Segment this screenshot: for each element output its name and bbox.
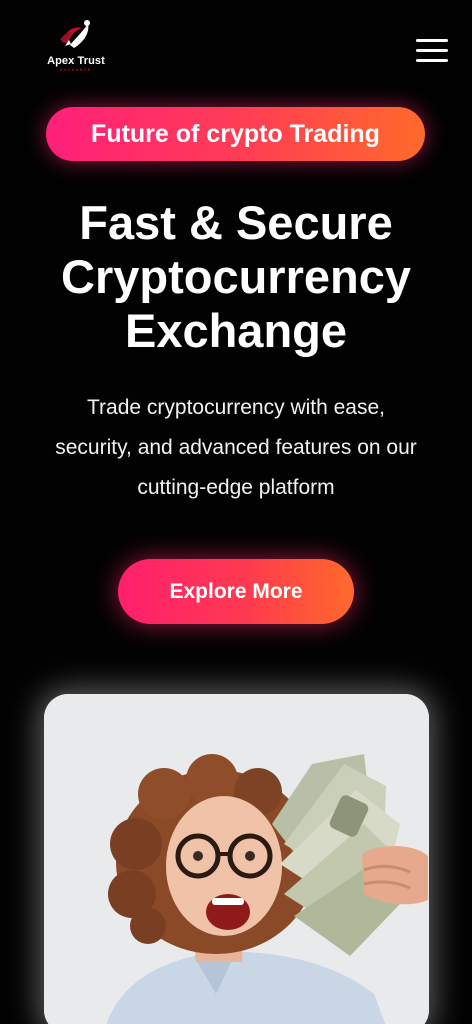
description-line: Trade cryptocurrency with ease, (86, 396, 385, 419)
headline-line: Fast & Secure (79, 196, 393, 249)
hamburger-menu-icon[interactable] (414, 36, 450, 66)
hero-headline: Fast & Secure Cryptocurrency Exchange (20, 196, 452, 358)
hero-description: Trade cryptocurrency with ease, security… (22, 388, 450, 508)
menu-bar (416, 49, 448, 52)
brand-logo[interactable]: Apex Trust EXCHANGE (40, 18, 112, 82)
hero-image (44, 694, 429, 1024)
headline-line: Cryptocurrency (61, 250, 411, 303)
page: Apex Trust EXCHANGE Future of crypto Tra… (0, 0, 472, 1024)
description-line: security, and advanced features on our (55, 436, 417, 459)
site-header: Apex Trust EXCHANGE (0, 0, 472, 96)
brand-subtitle: EXCHANGE (60, 68, 92, 72)
woman-holding-cash-illustration (44, 694, 429, 1024)
brand-name: Apex Trust (47, 55, 105, 67)
logo-icon (60, 20, 90, 48)
explore-more-button[interactable]: Explore More (118, 559, 354, 624)
hero-badge: Future of crypto Trading (46, 107, 425, 161)
description-line: cutting-edge platform (137, 476, 335, 499)
menu-bar (416, 39, 448, 42)
headline-line: Exchange (124, 304, 348, 357)
menu-bar (416, 59, 448, 62)
